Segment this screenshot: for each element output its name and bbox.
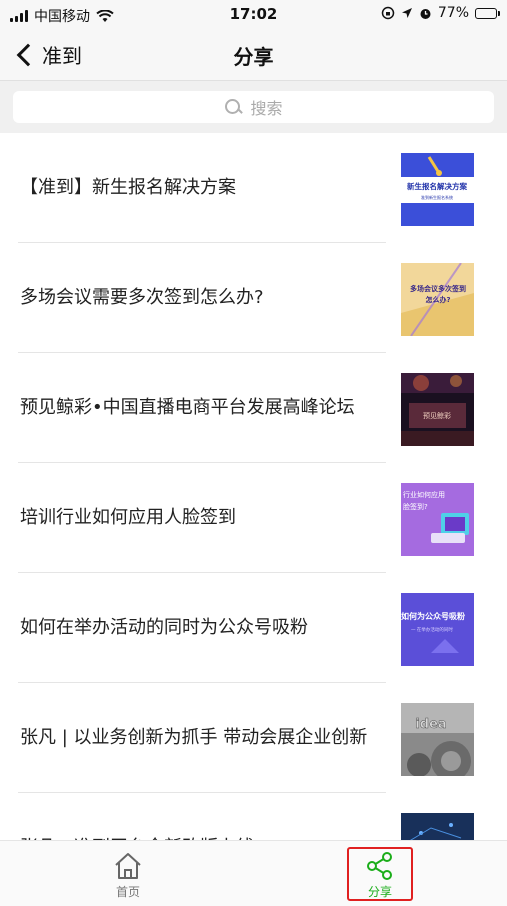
- list-item[interactable]: 培训行业如何应用人脸签到 行业如何应用 脸签到?: [0, 463, 507, 573]
- article-title: 张凡 | 以业务创新为抓手 带动会展企业创新: [20, 727, 368, 748]
- status-bar: 中国移动 17:02 77%: [0, 0, 507, 30]
- rotation-lock-icon: [381, 6, 395, 20]
- location-icon: [401, 8, 412, 18]
- battery-percent: 77%: [437, 5, 469, 21]
- thumb-text: 预见鲸彩: [423, 411, 451, 420]
- thumb-text: 多场会议多次签到: [410, 284, 466, 293]
- article-thumbnail: 预见鲸彩: [401, 373, 474, 446]
- search-input[interactable]: 搜索: [13, 91, 494, 123]
- article-thumbnail: 行业如何应用 脸签到?: [401, 483, 474, 556]
- article-title: 多场会议需要多次签到怎么办?: [20, 287, 264, 308]
- article-title: 【准到】新生报名解决方案: [20, 177, 236, 198]
- tab-home[interactable]: 首页: [78, 841, 178, 901]
- thumb-text: 一 在举办活动的同时: [411, 626, 453, 633]
- battery-icon: [475, 7, 500, 19]
- article-title: 预见鲸彩•中国直播电商平台发展高峰论坛: [20, 397, 355, 418]
- page-title: 分享: [233, 45, 274, 69]
- article-title: 培训行业如何应用人脸签到: [20, 507, 236, 528]
- thumb-text: idea: [415, 717, 446, 732]
- thumb-text: 如何为公众号吸粉: [401, 611, 465, 621]
- home-icon: [115, 853, 141, 879]
- search-icon: [224, 98, 242, 116]
- tab-label: 首页: [115, 885, 140, 899]
- list-item[interactable]: 预见鲸彩•中国直播电商平台发展高峰论坛 预见鲸彩: [0, 353, 507, 463]
- article-thumbnail: 多场会议多次签到 怎么办?: [401, 263, 474, 336]
- article-thumbnail: 新生报名解决方案 准到新生报名系统: [401, 153, 474, 226]
- thumb-text: 新生报名解决方案: [407, 181, 467, 191]
- list-item[interactable]: 【准到】新生报名解决方案 新生报名解决方案 准到新生报名系统: [0, 133, 507, 243]
- article-title: 如何在举办活动的同时为公众号吸粉: [20, 617, 308, 638]
- tab-label: 分享: [367, 885, 392, 899]
- article-thumbnail: 如何为公众号吸粉 一 在举办活动的同时: [401, 593, 474, 666]
- thumb-text: 怎么办?: [425, 295, 450, 304]
- article-thumbnail: idea: [401, 703, 474, 776]
- thumb-text: 准到新生报名系统: [421, 194, 453, 200]
- tab-share[interactable]: 分享: [330, 841, 430, 901]
- share-icon: [367, 852, 392, 880]
- tab-bar: 首页 分享: [0, 840, 507, 906]
- alarm-icon: [420, 8, 431, 19]
- search-area: 搜索: [0, 81, 507, 133]
- list-item[interactable]: 如何在举办活动的同时为公众号吸粉 如何为公众号吸粉 一 在举办活动的同时: [0, 573, 507, 683]
- status-right: 77%: [381, 5, 500, 21]
- article-list: 【准到】新生报名解决方案 新生报名解决方案 准到新生报名系统 多场会议需要多次签…: [0, 133, 507, 903]
- nav-bar: 准到 分享: [0, 30, 507, 81]
- thumb-text: 脸签到?: [403, 502, 428, 511]
- list-item[interactable]: 多场会议需要多次签到怎么办? 多场会议多次签到 怎么办?: [0, 243, 507, 353]
- thumb-text: 行业如何应用: [403, 490, 445, 499]
- search-placeholder: 搜索: [250, 99, 283, 118]
- list-item[interactable]: 张凡 | 以业务创新为抓手 带动会展企业创新 idea: [0, 683, 507, 793]
